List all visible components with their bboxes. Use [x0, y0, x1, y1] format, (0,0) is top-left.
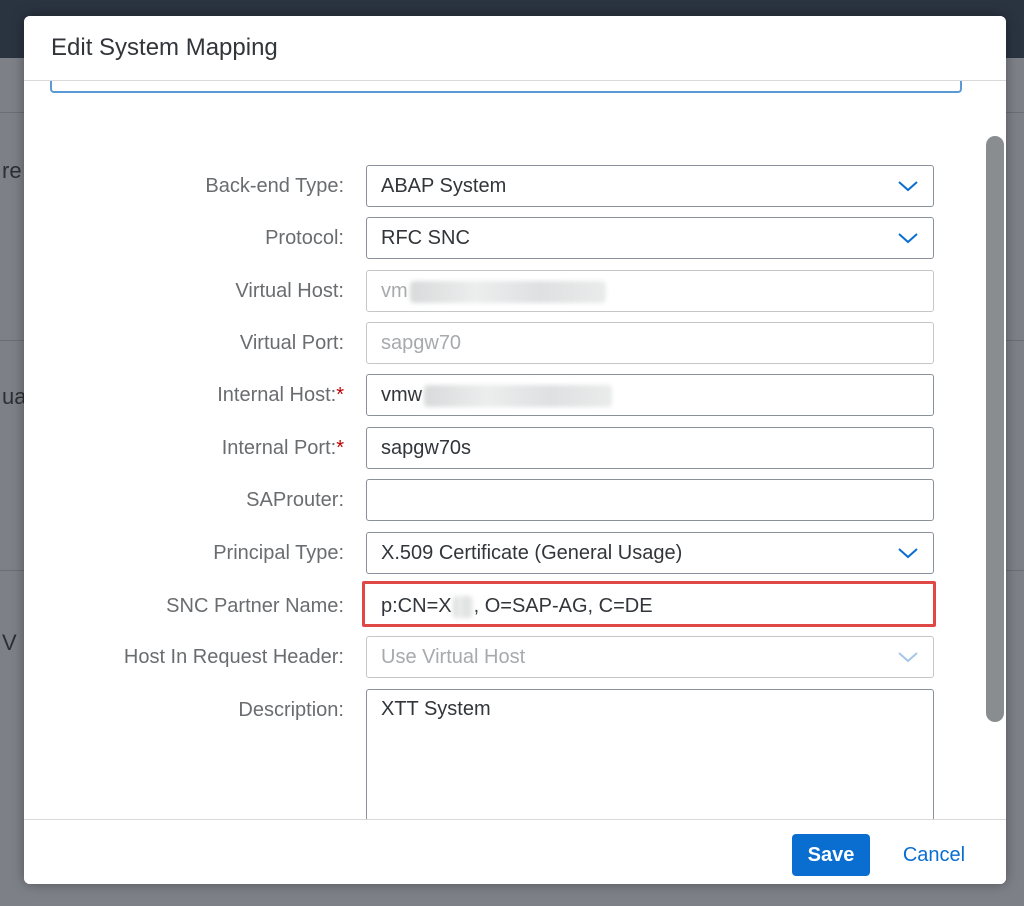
principal-type-row: Principal Type: X.509 Certificate (Gener… [24, 532, 944, 574]
dialog-header: Edit System Mapping [24, 16, 1006, 81]
chevron-down-icon[interactable] [897, 230, 919, 246]
save-button[interactable]: Save [792, 834, 870, 876]
virtual-port-input: sapgw70 [366, 322, 934, 364]
backend-type-row: Back-end Type: ABAP System [24, 165, 944, 207]
backend-type-select[interactable]: ABAP System [366, 165, 934, 207]
protocol-row: Protocol: RFC SNC [24, 217, 944, 259]
principal-type-label: Principal Type: [213, 542, 344, 564]
snc-partner-name-row: SNC Partner Name: p:CN=X, O=SAP-AG, C=DE [24, 581, 944, 627]
principal-type-select[interactable]: X.509 Certificate (General Usage) [366, 532, 934, 574]
protocol-label: Protocol: [265, 227, 344, 249]
saprouter-input[interactable] [366, 479, 934, 521]
snc-partner-name-label: SNC Partner Name: [166, 595, 344, 617]
internal-port-row: Internal Port:* sapgw70s [24, 427, 944, 469]
virtual-port-label: Virtual Port: [239, 332, 344, 354]
virtual-host-input: vm [366, 270, 934, 312]
internal-host-label: Internal Host:* [217, 384, 344, 406]
virtual-host-label: Virtual Host: [235, 280, 344, 302]
redacted-blur [424, 384, 613, 407]
chevron-down-icon[interactable] [897, 545, 919, 561]
backend-type-label: Back-end Type: [205, 175, 344, 197]
virtual-port-value: sapgw70 [381, 332, 462, 354]
host-in-request-header-value: Use Virtual Host [381, 646, 526, 668]
highlight-annotation-box [362, 581, 936, 627]
internal-host-row: Internal Host:* vmw [24, 374, 944, 416]
dialog-title: Edit System Mapping [51, 34, 278, 61]
edit-system-mapping-dialog: Edit System Mapping Back-end Type: ABAP … [24, 16, 1006, 884]
chevron-down-icon [898, 652, 918, 663]
host-in-request-header-row: Host In Request Header: Use Virtual Host [24, 636, 944, 678]
virtual-host-value: vm [381, 280, 408, 302]
internal-port-value: sapgw70s [381, 437, 472, 459]
chevron-down-icon[interactable] [897, 178, 919, 194]
required-asterisk: * [336, 384, 344, 406]
dialog-body: Back-end Type: ABAP System Protocol: RFC… [24, 81, 1006, 819]
internal-port-input[interactable]: sapgw70s [366, 427, 934, 469]
host-in-request-header-label: Host In Request Header: [123, 646, 344, 668]
backend-type-value: ABAP System [381, 175, 507, 197]
protocol-value: RFC SNC [381, 227, 470, 249]
description-value: XTT System [381, 698, 491, 720]
internal-port-label: Internal Port:* [221, 437, 344, 459]
background-text-fragment: re [2, 158, 22, 183]
background-text-fragment: V [2, 630, 17, 655]
dialog-footer: Save Cancel [24, 819, 1006, 884]
virtual-port-row: Virtual Port: sapgw70 [24, 322, 944, 364]
description-row: Description: XTT System [24, 689, 944, 819]
description-label: Description: [238, 699, 344, 721]
principal-type-value: X.509 Certificate (General Usage) [381, 542, 683, 564]
internal-host-value: vmw [381, 384, 423, 406]
focused-field-edge[interactable] [50, 81, 962, 93]
saprouter-label: SAProuter: [246, 489, 344, 511]
internal-host-input[interactable]: vmw [366, 374, 934, 416]
background-text-fragment: ua [2, 384, 27, 409]
cancel-button[interactable]: Cancel [884, 834, 984, 876]
virtual-host-row: Virtual Host: vm [24, 270, 944, 312]
required-asterisk: * [336, 437, 344, 459]
scrollbar-thumb[interactable] [986, 136, 1004, 722]
host-in-request-header-select: Use Virtual Host [366, 636, 934, 678]
description-textarea[interactable]: XTT System [366, 689, 934, 819]
protocol-select[interactable]: RFC SNC [366, 217, 934, 259]
saprouter-row: SAProuter: [24, 479, 944, 521]
redacted-blur [409, 280, 606, 303]
